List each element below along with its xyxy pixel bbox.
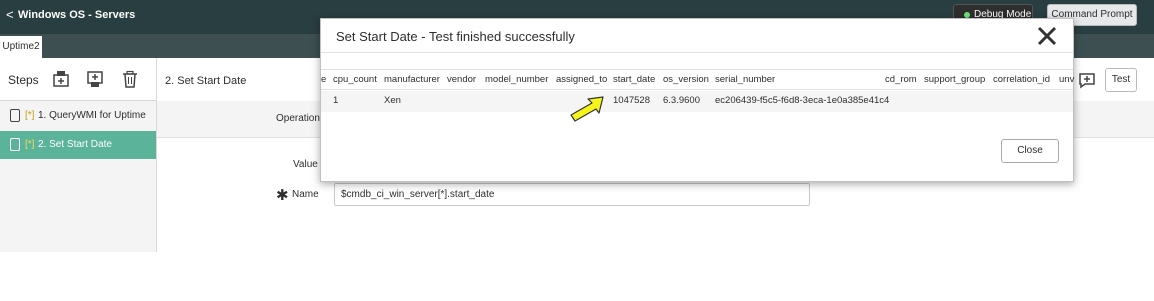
step-mark: [*] [25,139,35,150]
pointer-arrow-icon [570,96,604,122]
test-button[interactable]: Test [1105,68,1137,92]
column-header[interactable]: correlation_id [993,70,1050,89]
steps-panel: Steps [*] 1. QueryWMI for Uptime [*] 2. … [0,58,157,252]
table-cell: ec206439-f5c5-f6d8-3eca-1e0a385e41c4 [715,95,890,106]
add-comment-icon[interactable] [1078,71,1096,89]
document-icon [10,109,20,122]
steps-toolbar: Steps [0,58,156,101]
column-header[interactable]: manufacturer [384,70,440,89]
column-header[interactable]: unv [1059,70,1074,89]
step-title: 2. Set Start Date [165,75,247,87]
trash-icon[interactable] [121,70,139,88]
step-item-1[interactable]: [*] 1. QueryWMI for Uptime [0,102,156,130]
add-step-below-icon[interactable] [86,70,104,88]
column-header[interactable]: e [321,70,326,89]
column-header[interactable]: os_version [663,70,709,89]
table-row: 1 Xen 1047528 6.3.9600 ec206439-f5c5-f6d… [321,91,1073,112]
column-header[interactable]: serial_number [715,70,775,89]
value-label: Value [293,159,318,170]
name-field[interactable]: $cmdb_ci_win_server[*].start_date [334,183,810,206]
table-cell: Xen [384,95,401,106]
tab-uptime2[interactable]: Uptime2 [0,36,42,58]
column-header[interactable]: start_date [613,70,655,89]
back-icon[interactable]: < [6,8,14,22]
table-cell: 1 [333,95,339,106]
app-title: Windows OS - Servers [18,9,136,21]
step-item-2[interactable]: [*] 2. Set Start Date [0,131,156,159]
name-label: Name [292,189,319,200]
column-header[interactable]: vendor [447,70,476,89]
step-label: 1. QueryWMI for Uptime [38,110,146,121]
close-icon[interactable] [1035,24,1059,48]
table-cell: 1047528 [613,95,650,106]
modal-title: Set Start Date - Test finished successfu… [336,29,575,44]
column-header[interactable]: cd_rom [885,70,917,89]
column-header[interactable]: support_group [924,70,985,89]
document-icon [10,138,20,151]
steps-label: Steps [8,73,39,87]
close-button[interactable]: Close [1001,139,1059,163]
required-asterisk-icon: ✱ [276,187,289,204]
column-header[interactable]: model_number [485,70,548,89]
step-label: 2. Set Start Date [38,139,112,150]
modal-divider [321,52,1073,53]
operation-label: Operation [276,113,320,124]
test-result-modal: Set Start Date - Test finished successfu… [320,18,1074,182]
column-header[interactable]: cpu_count [333,70,377,89]
results-header-row: e cpu_count manufacturer vendor model_nu… [321,69,1074,90]
table-cell: 6.3.9600 [663,95,700,106]
add-step-above-icon[interactable] [52,70,70,88]
column-header[interactable]: assigned_to [556,70,607,89]
step-mark: [*] [25,110,35,121]
